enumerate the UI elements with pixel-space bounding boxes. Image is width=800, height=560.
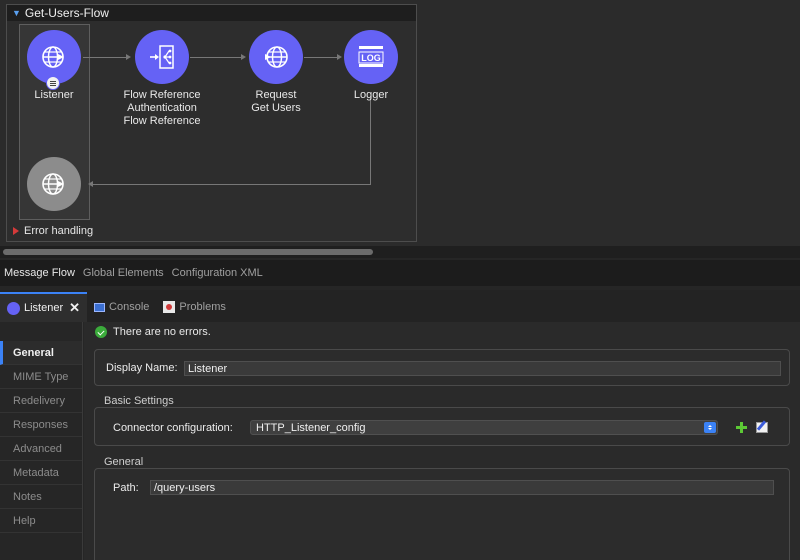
flow-container[interactable]: ▼ Get-Users-Flow Listener Flow Reference… <box>6 4 417 242</box>
return-connector-horizontal <box>93 184 371 185</box>
tab-problems-label: Problems <box>179 301 226 313</box>
close-icon[interactable]: ✕ <box>69 300 80 316</box>
return-arrowhead <box>88 181 93 187</box>
tab-configuration-xml[interactable]: Configuration XML <box>168 260 267 286</box>
logger-log-icon: LOG <box>358 46 384 67</box>
properties-sidebar: General MIME Type Redelivery Responses A… <box>0 322 83 560</box>
expand-triangle-icon[interactable] <box>13 227 19 235</box>
request-node[interactable] <box>249 30 303 84</box>
tab-message-flow[interactable]: Message Flow <box>0 260 79 286</box>
problems-icon <box>163 301 176 313</box>
sidebar-item-metadata[interactable]: Metadata <box>0 461 82 485</box>
connector-line <box>190 57 242 58</box>
flow-reference-node-label: Flow Reference Authentication Flow Refer… <box>123 89 201 127</box>
connector-arrowhead <box>337 54 342 60</box>
request-node-label: Request Get Users <box>251 89 301 114</box>
connector-configuration-label: Connector configuration: <box>113 422 233 434</box>
sidebar-item-mime-type[interactable]: MIME Type <box>0 365 82 389</box>
listener-config-badge-icon <box>46 76 60 90</box>
tab-listener-label: Listener <box>24 302 64 314</box>
http-response-globe-icon <box>42 173 64 195</box>
listener-node-label: Listener <box>34 89 74 101</box>
flow-title: Get-Users-Flow <box>24 6 109 20</box>
add-config-plus-icon[interactable] <box>736 422 747 433</box>
flow-canvas: ▼ Get-Users-Flow Listener Flow Reference… <box>0 0 800 246</box>
flow-reference-node[interactable] <box>135 30 189 84</box>
path-field[interactable]: /query-users <box>150 480 774 495</box>
connector-configuration-value: HTTP_Listener_config <box>256 421 366 434</box>
listener-tab-icon <box>7 301 20 315</box>
updown-chevron-icon <box>704 422 716 433</box>
check-circle-icon <box>95 326 107 338</box>
http-listener-globe-icon <box>42 46 64 68</box>
tab-listener[interactable]: Listener ✕ <box>0 292 88 322</box>
sidebar-item-notes[interactable]: Notes <box>0 485 82 509</box>
flow-reference-icon <box>150 45 174 69</box>
collapse-triangle-icon[interactable]: ▼ <box>12 8 21 18</box>
return-connector-vertical <box>370 97 371 184</box>
tab-problems[interactable]: Problems <box>156 292 232 322</box>
tab-global-elements[interactable]: Global Elements <box>79 260 168 286</box>
connector-arrowhead <box>241 54 246 60</box>
validation-status: There are no errors. <box>95 326 211 338</box>
edit-config-icon[interactable] <box>756 422 768 433</box>
error-handling-section[interactable]: Error handling <box>13 225 93 237</box>
properties-form: There are no errors. Display Name: Liste… <box>84 322 800 560</box>
flow-header[interactable]: ▼ Get-Users-Flow <box>7 5 416 21</box>
listener-response-node[interactable] <box>27 157 81 211</box>
connector-arrowhead <box>126 54 131 60</box>
svg-text:LOG: LOG <box>361 53 381 63</box>
sidebar-item-redelivery[interactable]: Redelivery <box>0 389 82 413</box>
sidebar-item-general[interactable]: General <box>0 341 82 365</box>
display-name-panel: Display Name: Listener <box>94 349 790 386</box>
console-icon <box>94 302 106 312</box>
mule-editor-window: ▼ Get-Users-Flow Listener Flow Reference… <box>0 0 800 560</box>
connector-configuration-select[interactable]: HTTP_Listener_config <box>250 420 718 435</box>
display-name-label: Display Name: <box>106 362 178 374</box>
sidebar-item-help[interactable]: Help <box>0 509 82 533</box>
editor-tab-bar: Message Flow Global Elements Configurati… <box>0 260 800 286</box>
tab-console[interactable]: Console <box>87 292 156 322</box>
logger-node-label: Logger <box>353 89 389 101</box>
tab-console-label: Console <box>109 301 150 313</box>
display-name-field[interactable]: Listener <box>184 361 781 376</box>
connector-line <box>304 57 338 58</box>
logger-node[interactable]: LOG <box>344 30 398 84</box>
scrollbar-thumb[interactable] <box>3 249 373 255</box>
canvas-horizontal-scrollbar[interactable] <box>0 246 800 258</box>
properties-view-tab-bar: Listener ✕ Console Problems <box>0 290 800 322</box>
path-label: Path: <box>113 482 139 494</box>
sidebar-item-responses[interactable]: Responses <box>0 413 82 437</box>
general-settings-panel: Path: /query-users <box>94 468 790 560</box>
error-handling-label: Error handling <box>24 225 94 237</box>
basic-settings-label: Basic Settings <box>104 395 174 407</box>
connector-line <box>83 57 127 58</box>
sidebar-item-advanced[interactable]: Advanced <box>0 437 82 461</box>
http-request-globe-icon <box>265 46 288 68</box>
validation-status-text: There are no errors. <box>113 326 211 338</box>
basic-settings-panel: Connector configuration: HTTP_Listener_c… <box>94 407 790 446</box>
general-section-label: General <box>104 456 144 468</box>
